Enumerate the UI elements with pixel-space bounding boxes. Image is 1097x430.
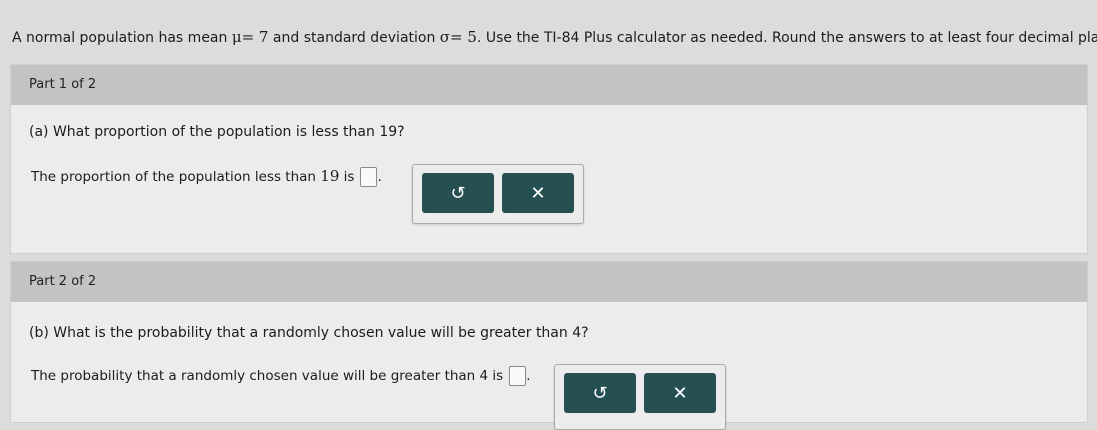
part-1-panel: Part 1 of 2 (a) What proportion of the p… <box>10 64 1088 254</box>
clear-icon: ✕ <box>530 182 546 204</box>
problem-statement: A normal population has mean μ= 7 and st… <box>12 28 1097 46</box>
part-2-clear-button[interactable]: ✕ <box>644 373 716 413</box>
part-2-period: . <box>526 368 531 384</box>
part-1-answer-prefix: The proportion of the population less th… <box>31 169 321 185</box>
part-2-header: Part 2 of 2 <box>11 262 1087 302</box>
part-1-header: Part 1 of 2 <box>11 65 1087 105</box>
part-1-period: . <box>377 169 382 185</box>
undo-icon: ↺ <box>592 382 608 404</box>
problem-suffix: . Use the TI-84 Plus calculator as neede… <box>476 30 1097 46</box>
part-2-panel: Part 2 of 2 (b) What is the probability … <box>10 261 1088 430</box>
problem-middle: and standard deviation <box>268 30 440 46</box>
clear-icon: ✕ <box>672 382 688 404</box>
sigma-symbol: σ <box>439 28 451 46</box>
mu-value: = 7 <box>241 28 269 46</box>
part-2-answer-prefix: The probability that a randomly chosen v… <box>31 368 504 384</box>
part-1-answer-line: The proportion of the population less th… <box>31 167 382 187</box>
sigma-value: = 5 <box>450 28 477 46</box>
undo-icon: ↺ <box>450 182 466 204</box>
part-2-answer-input[interactable] <box>509 366 527 386</box>
part-1-answer-suffix: is <box>339 169 355 185</box>
part-1-action-toolbar: ↺ ✕ <box>412 164 584 224</box>
part-1-answer-number: 19 <box>320 167 340 185</box>
part-2-undo-button[interactable]: ↺ <box>564 373 636 413</box>
part-1-answer-input[interactable] <box>360 167 378 187</box>
part-2-answer-line: The probability that a randomly chosen v… <box>31 366 531 386</box>
part-1-clear-button[interactable]: ✕ <box>502 173 574 213</box>
problem-prefix: A normal population has mean <box>12 30 232 46</box>
part-1-undo-button[interactable]: ↺ <box>422 173 494 213</box>
mu-symbol: μ <box>231 28 242 46</box>
part-2-action-toolbar: ↺ ✕ <box>554 364 726 430</box>
part-2-question: (b) What is the probability that a rando… <box>29 325 589 341</box>
part-1-question: (a) What proportion of the population is… <box>29 124 405 140</box>
